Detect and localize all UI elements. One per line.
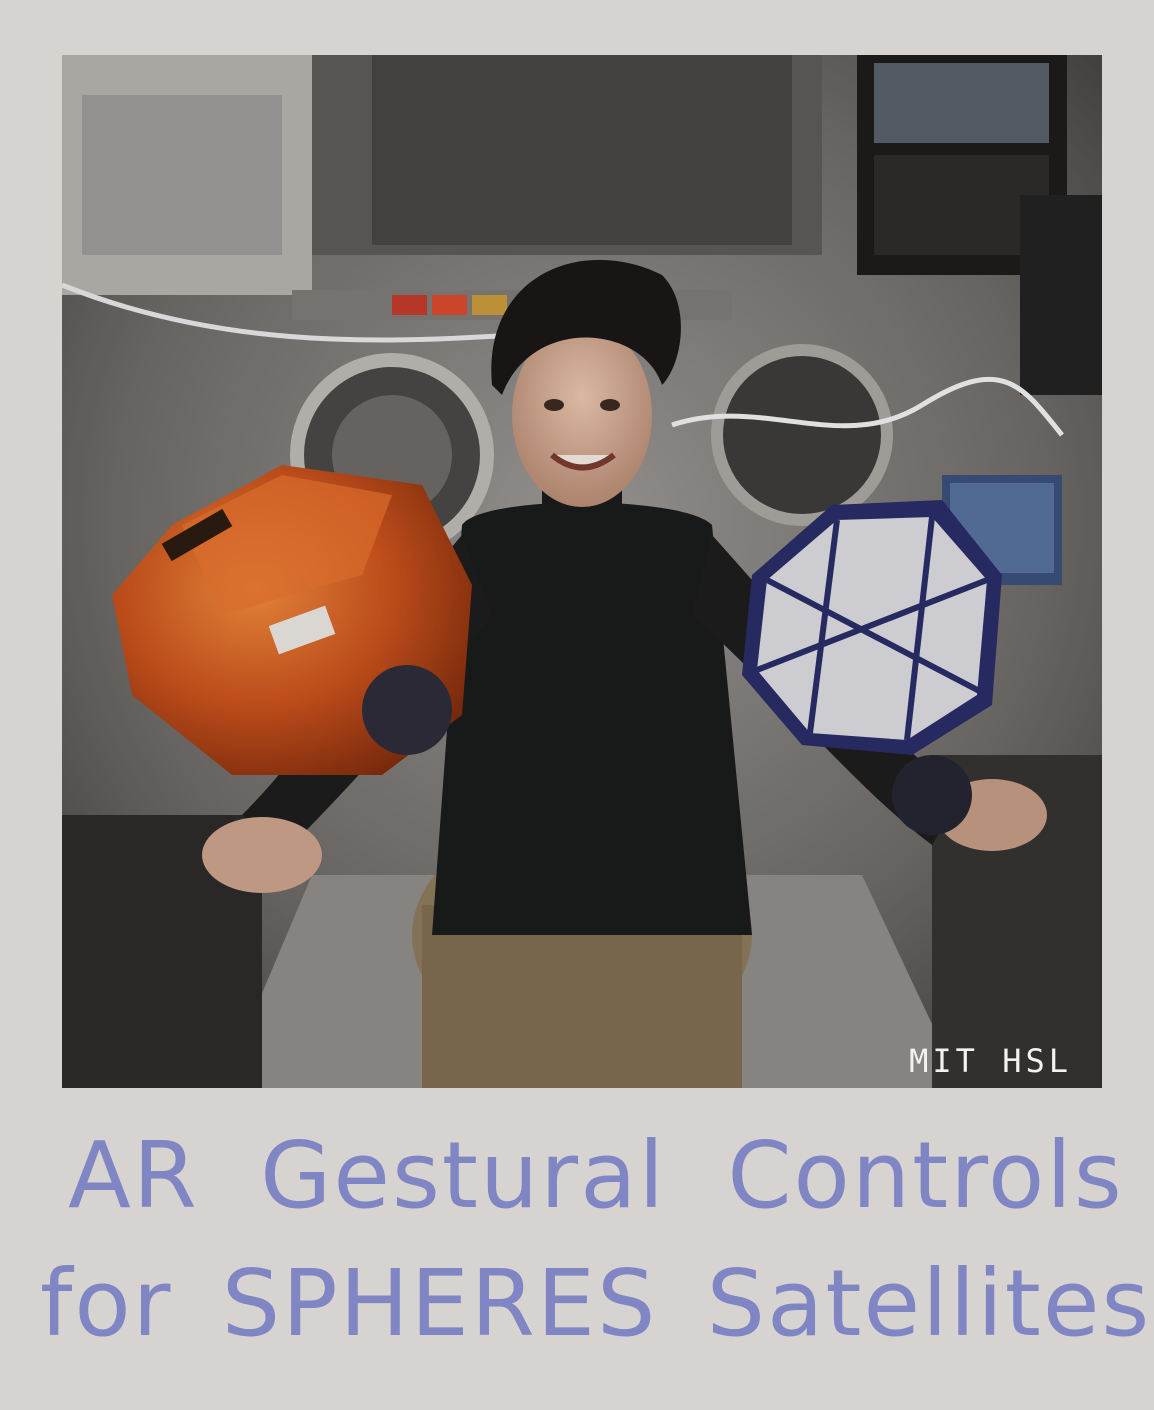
polaroid-frame: MIT HSL AR Gestural Controls for SPHERES… [0, 0, 1154, 1410]
space-station-photo [62, 55, 1102, 1088]
watermark-text: MIT HSL [909, 1042, 1072, 1080]
handwritten-caption: AR Gestural Controls for SPHERES Satelli… [40, 1112, 1152, 1368]
caption-line-1: AR Gestural Controls [68, 1122, 1124, 1229]
caption-line-2: for SPHERES Satellites [40, 1250, 1152, 1357]
photo: MIT HSL [62, 55, 1102, 1088]
